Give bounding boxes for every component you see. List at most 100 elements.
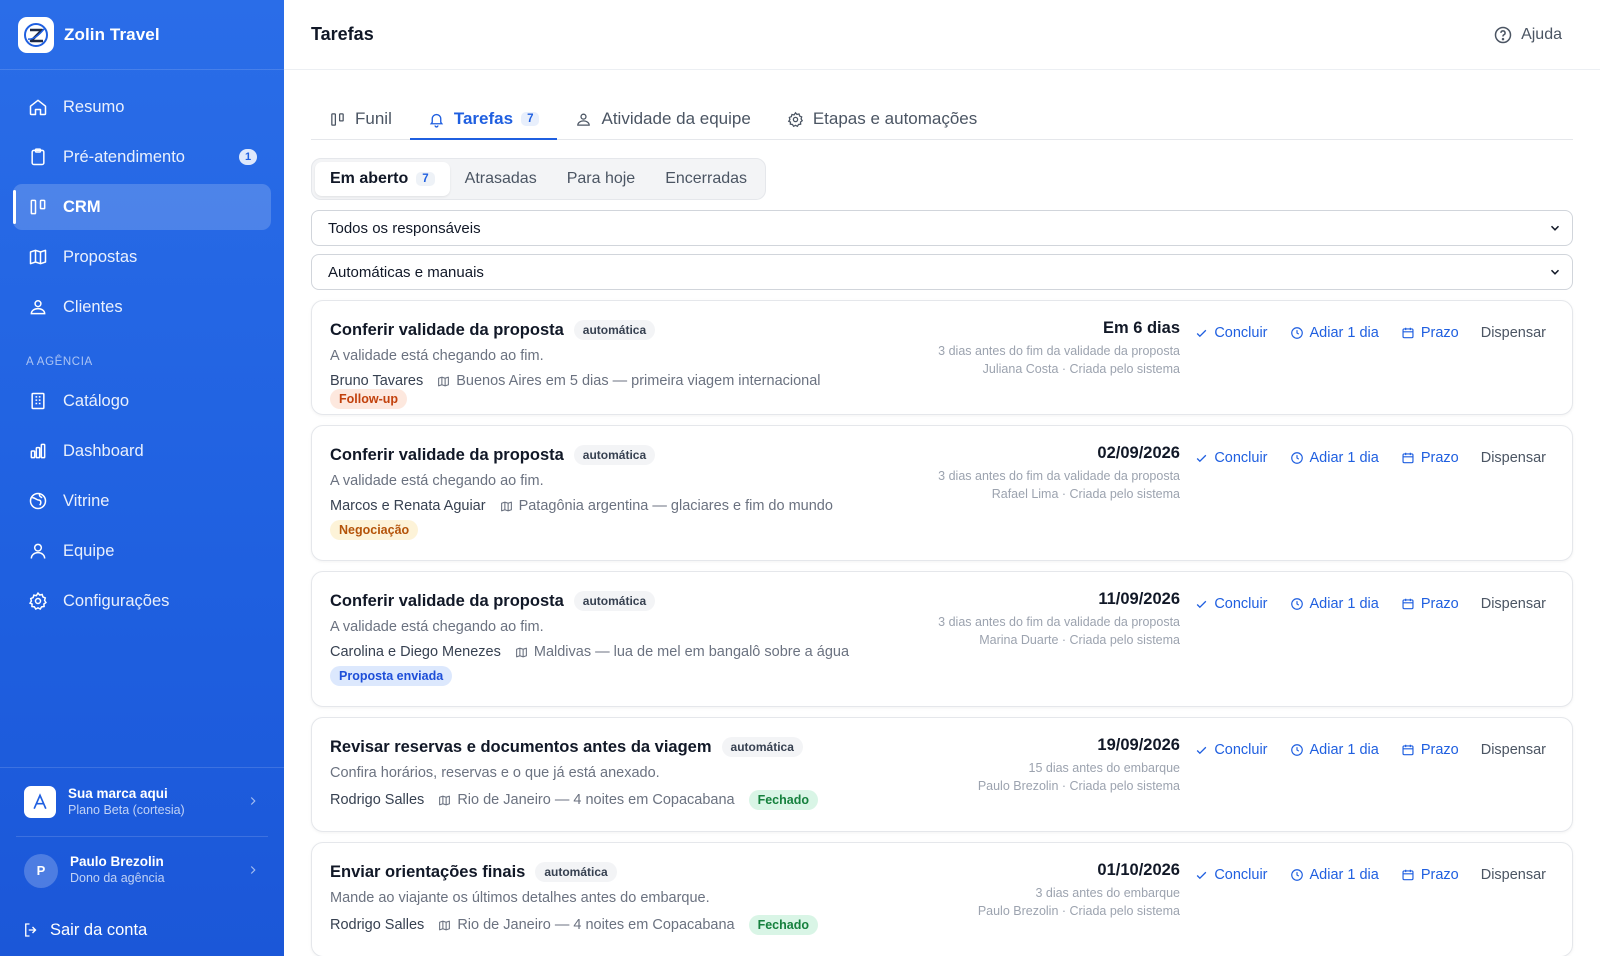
user-card[interactable]: P Paulo Brezolin Dono da agência (16, 836, 268, 904)
logout-button[interactable]: Sair da conta (0, 904, 284, 956)
sidebar-item-resumo[interactable]: Resumo (13, 84, 271, 130)
calendar-icon (1401, 326, 1415, 340)
clipboard-icon (27, 146, 49, 168)
client-name: Rodrigo Salles (330, 792, 425, 808)
help-label: Ajuda (1521, 25, 1562, 43)
stage-badge: Fechado (748, 915, 818, 935)
brand[interactable]: Zolin Travel (0, 0, 284, 70)
tab-label: Etapas e automações (812, 109, 978, 128)
dismiss-button[interactable]: Dispensar (1481, 325, 1546, 341)
deadline-button[interactable]: Prazo (1401, 325, 1459, 341)
calendar-icon (1401, 868, 1415, 882)
task-card[interactable]: Enviar orientações finais automática Man… (311, 842, 1573, 956)
sidebar-item-pre-atendimento[interactable]: Pré-atendimento 1 (13, 134, 271, 180)
sidebar-item-label: Catálogo (63, 391, 130, 410)
complete-button[interactable]: Concluir (1195, 867, 1268, 883)
map-icon (438, 919, 451, 932)
action-label: Adiar 1 dia (1309, 450, 1379, 466)
due-rule: 15 dias antes do embarque (1028, 761, 1181, 775)
globe-icon (27, 490, 49, 512)
sidebar-item-configuracoes[interactable]: Configurações (13, 578, 271, 624)
complete-button[interactable]: Concluir (1195, 325, 1268, 341)
tab-etapas-automacoes[interactable]: Etapas e automações (769, 99, 995, 139)
deadline-button[interactable]: Prazo (1401, 596, 1459, 612)
postpone-button[interactable]: Adiar 1 dia (1290, 596, 1379, 612)
sidebar-item-crm[interactable]: CRM (13, 184, 271, 230)
automatic-tag: automática (573, 445, 656, 465)
filter-em-aberto[interactable]: Em aberto 7 (315, 162, 450, 196)
map-icon (500, 500, 513, 513)
clock-icon (1290, 451, 1304, 465)
calendar-icon (1401, 743, 1415, 757)
task-owner: Paulo Brezolin · Criada pelo sistema (977, 904, 1180, 919)
sidebar-item-label: Propostas (63, 247, 138, 266)
postpone-button[interactable]: Adiar 1 dia (1290, 325, 1379, 341)
task-card[interactable]: Conferir validade da proposta automática… (311, 571, 1573, 707)
task-owner: Juliana Costa · Criada pelo sistema (982, 362, 1180, 377)
task-card[interactable]: Revisar reservas e documentos antes da v… (311, 717, 1573, 832)
clock-icon (1290, 326, 1304, 340)
deadline-button[interactable]: Prazo (1401, 742, 1459, 758)
action-label: Prazo (1420, 325, 1459, 341)
deadline-button[interactable]: Prazo (1401, 450, 1459, 466)
trip-label: Patagônia argentina — glaciares e fim do… (518, 498, 833, 514)
building-icon (27, 390, 49, 412)
trip-info: Buenos Aires em 5 dias — primeira viagem… (437, 373, 821, 389)
sidebar-item-catalogo[interactable]: Catálogo (13, 378, 271, 424)
deadline-button[interactable]: Prazo (1401, 867, 1459, 883)
tab-tarefas[interactable]: Tarefas 7 (409, 99, 558, 140)
automatic-tag: automática (721, 737, 803, 757)
tab-funil[interactable]: Funil (311, 99, 410, 139)
dismiss-button[interactable]: Dispensar (1481, 450, 1546, 466)
action-label: Concluir (1214, 742, 1268, 758)
action-label: Prazo (1420, 742, 1459, 758)
client-name: Bruno Tavares (330, 373, 424, 389)
dismiss-button[interactable]: Dispensar (1481, 742, 1546, 758)
filter-label: Em aberto (330, 170, 409, 187)
gear-icon (787, 111, 804, 128)
postpone-button[interactable]: Adiar 1 dia (1290, 867, 1379, 883)
help-button[interactable]: Ajuda (1493, 25, 1562, 45)
responsible-select[interactable]: Todos os responsáveis (311, 210, 1573, 246)
filter-label: Encerradas (665, 170, 748, 187)
sidebar-item-clientes[interactable]: Clientes (13, 284, 271, 330)
action-label: Concluir (1214, 325, 1268, 341)
dismiss-button[interactable]: Dispensar (1481, 596, 1546, 612)
dismiss-button[interactable]: Dispensar (1481, 867, 1546, 883)
brand-settings-card[interactable]: Sua marca aqui Plano Beta (cortesia) (0, 768, 284, 836)
sidebar-item-label: Vitrine (63, 491, 110, 510)
sidebar-item-propostas[interactable]: Propostas (13, 234, 271, 280)
task-title: Conferir validade da proposta (330, 320, 564, 339)
postpone-button[interactable]: Adiar 1 dia (1290, 450, 1379, 466)
select-value: Todos os responsáveis (328, 219, 481, 237)
sidebar-section-title: A AGÊNCIA (26, 356, 93, 368)
postpone-button[interactable]: Adiar 1 dia (1290, 742, 1379, 758)
task-type-select[interactable]: Automáticas e manuais (311, 254, 1573, 290)
filter-encerradas[interactable]: Encerradas (650, 162, 762, 196)
sidebar-nav: Resumo Pré-atendimento 1 CRM Propostas C… (0, 70, 284, 624)
gear-icon (27, 590, 49, 612)
filter-atrasadas[interactable]: Atrasadas (450, 162, 552, 196)
stage-badge: Fechado (748, 790, 818, 810)
chevron-right-icon (246, 863, 260, 877)
tab-atividade-equipe[interactable]: Atividade da equipe (557, 99, 768, 139)
due-rule: 3 dias antes do fim da validade da propo… (938, 615, 1180, 629)
complete-button[interactable]: Concluir (1195, 742, 1268, 758)
stage-badge: Follow-up (330, 389, 408, 409)
task-description: Confira horários, reservas e o que já es… (330, 765, 660, 781)
complete-button[interactable]: Concluir (1195, 450, 1268, 466)
sidebar-item-vitrine[interactable]: Vitrine (13, 478, 271, 524)
help-icon (1493, 25, 1513, 45)
sidebar-item-label: Pré-atendimento (63, 147, 185, 166)
avatar: P (24, 853, 58, 888)
tab-count-badge: 7 (521, 112, 540, 126)
task-card[interactable]: Conferir validade da proposta automática… (311, 300, 1573, 415)
task-card[interactable]: Conferir validade da proposta automática… (311, 425, 1573, 561)
complete-button[interactable]: Concluir (1195, 596, 1268, 612)
filter-para-hoje[interactable]: Para hoje (552, 162, 651, 196)
sidebar-item-equipe[interactable]: Equipe (13, 528, 271, 574)
trip-info: Rio de Janeiro — 4 noites em Copacabana (438, 917, 735, 933)
sidebar-item-dashboard[interactable]: Dashboard (13, 428, 271, 474)
due-date: 02/09/2026 (1097, 444, 1180, 462)
due-rule: 3 dias antes do fim da validade da propo… (938, 344, 1180, 358)
